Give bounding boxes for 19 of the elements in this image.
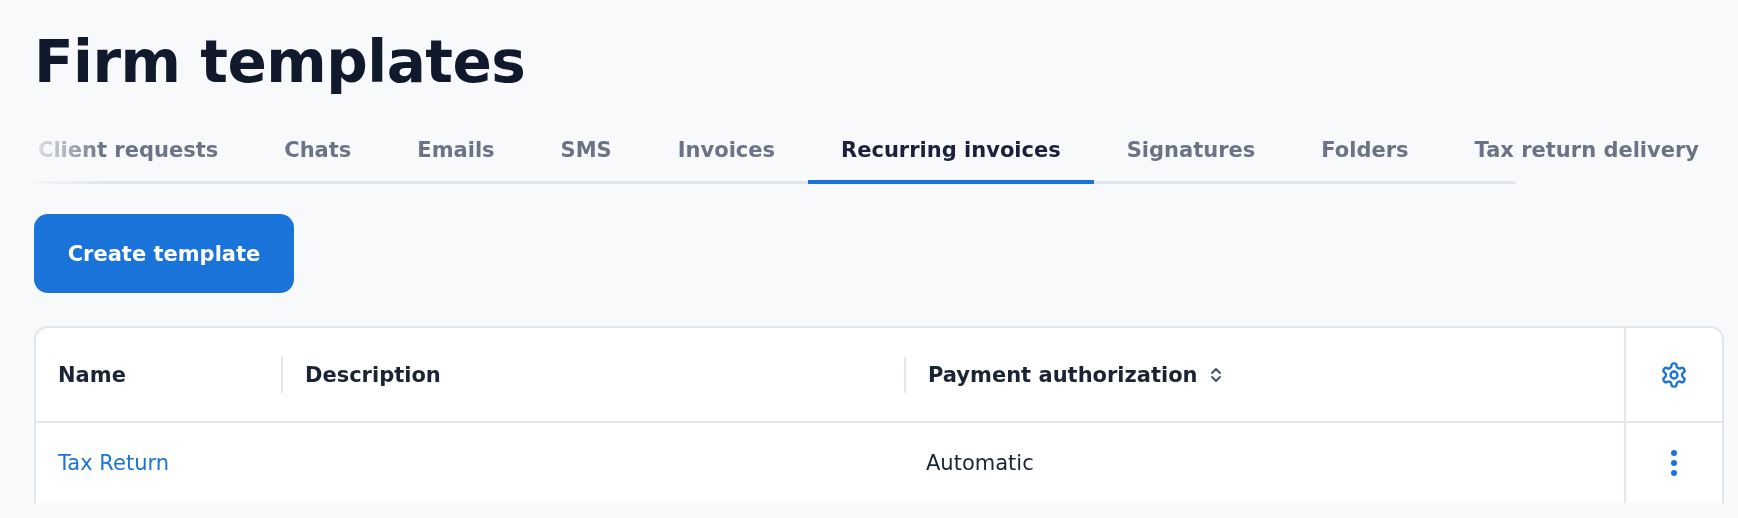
column-header[interactable]: Name [58,362,126,387]
column-header[interactable]: Description [305,362,441,387]
settings-icon[interactable] [1660,360,1688,389]
page-title: Firm templates [34,27,527,98]
tab[interactable]: Folders [1288,138,1442,184]
create-template-button[interactable]: Create template [34,214,294,293]
more-icon[interactable] [1670,449,1678,477]
tab[interactable]: Chats [251,138,385,184]
column-header[interactable]: Payment authorization [928,362,1198,387]
tab[interactable]: Signatures [1093,138,1289,184]
tab[interactable]: Recurring invoices [808,138,1094,184]
tab[interactable]: Invoices [644,138,809,184]
tab[interactable]: SMS [527,138,645,184]
tab[interactable]: Emails [384,138,528,184]
table-cell: Automatic [926,451,1034,475]
sort-icon[interactable] [1209,365,1222,384]
tab[interactable]: Client requests [34,138,252,184]
tab[interactable]: Tax return delivery [1441,138,1733,184]
template-name-link[interactable]: Tax Return [58,451,169,475]
